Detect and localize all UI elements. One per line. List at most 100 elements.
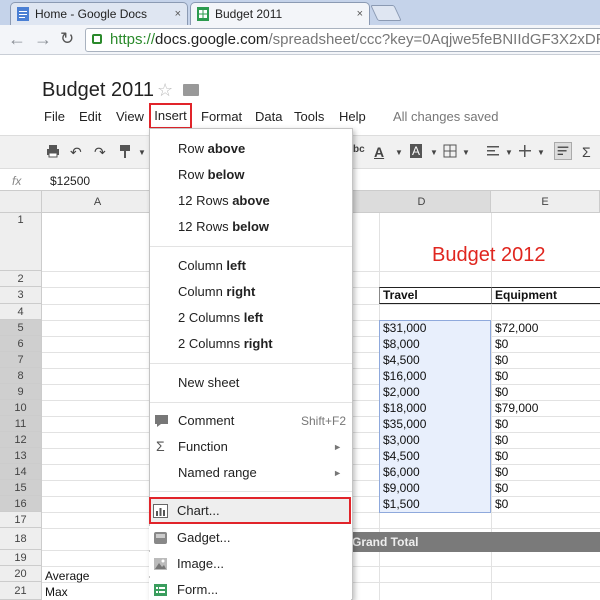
cell-travel[interactable]: $1,500 — [383, 497, 420, 512]
row-header[interactable]: 9 — [0, 384, 42, 400]
menu-item-2-columns-right[interactable]: 2 Columns right — [150, 332, 352, 356]
url-input[interactable]: https://docs.google.com/spreadsheet/ccc?… — [85, 28, 600, 52]
row-header[interactable]: 21 — [0, 582, 42, 600]
cell-equipment[interactable]: $0 — [495, 385, 508, 400]
header-cell-travel[interactable]: Travel — [379, 287, 491, 304]
cell-travel[interactable]: $3,000 — [383, 433, 420, 448]
cell-equipment[interactable]: $0 — [495, 497, 508, 512]
row-header[interactable]: 16 — [0, 496, 42, 512]
menu-item-row-above[interactable]: Row above — [150, 137, 352, 161]
paint-format-icon[interactable] — [118, 144, 132, 159]
row-header[interactable]: 8 — [0, 368, 42, 384]
menu-edit[interactable]: Edit — [79, 109, 101, 124]
row-header[interactable]: 20 — [0, 566, 42, 582]
chevron-down-icon[interactable]: ▼ — [537, 148, 545, 157]
sigma-icon[interactable]: Σ — [582, 144, 591, 160]
row-header[interactable]: 6 — [0, 336, 42, 352]
menu-item-2-columns-left[interactable]: 2 Columns left — [150, 306, 352, 330]
cell-travel[interactable]: $6,000 — [383, 465, 420, 480]
new-tab-button[interactable] — [370, 5, 402, 21]
menu-view[interactable]: View — [116, 109, 144, 124]
cell-travel[interactable]: $9,000 — [383, 481, 420, 496]
cell-equipment[interactable]: $0 — [495, 337, 508, 352]
row-header[interactable]: 19 — [0, 550, 42, 566]
menu-help[interactable]: Help — [339, 109, 366, 124]
menu-item-form[interactable]: Form... — [149, 578, 351, 600]
abc-icon[interactable]: bc — [353, 144, 365, 155]
cell-equipment[interactable]: $0 — [495, 353, 508, 368]
cell-equipment[interactable]: $72,000 — [495, 321, 538, 336]
star-icon[interactable]: ☆ — [157, 80, 173, 101]
cell-travel[interactable]: $18,000 — [383, 401, 426, 416]
align-left-icon[interactable] — [486, 144, 500, 158]
back-arrow-icon[interactable]: ← — [8, 29, 26, 50]
chevron-down-icon[interactable]: ▼ — [505, 148, 513, 157]
column-header-d[interactable]: D — [353, 191, 491, 213]
row-header[interactable]: 2 — [0, 271, 42, 287]
budget-2012-title-cell[interactable]: Budget 2012 — [432, 244, 545, 267]
menu-item-column-left[interactable]: Column left — [150, 254, 352, 278]
cell-travel[interactable]: $8,000 — [383, 337, 420, 352]
row-header[interactable]: 1 — [0, 213, 42, 271]
formula-input[interactable]: $12500 — [50, 174, 90, 188]
cell-travel[interactable]: $2,000 — [383, 385, 420, 400]
row-header[interactable]: 15 — [0, 480, 42, 496]
cell-travel[interactable]: $31,000 — [383, 321, 426, 336]
menu-item-12-rows-below[interactable]: 12 Rows below — [150, 215, 352, 239]
cell-equipment[interactable]: $0 — [495, 433, 508, 448]
cell-travel[interactable]: $4,500 — [383, 449, 420, 464]
row-header[interactable]: 11 — [0, 416, 42, 432]
cell-equipment[interactable]: $79,000 — [495, 401, 538, 416]
document-title[interactable]: Budget 2011 — [42, 79, 154, 102]
row-header[interactable]: 12 — [0, 432, 42, 448]
menu-item-gadget[interactable]: Gadget... — [149, 526, 351, 550]
cell-equipment[interactable]: $0 — [495, 417, 508, 432]
corner-cell[interactable] — [0, 191, 42, 213]
chevron-down-icon[interactable]: ▼ — [395, 148, 403, 157]
column-header-e[interactable]: E — [491, 191, 600, 213]
menu-file[interactable]: File — [44, 109, 65, 124]
undo-icon[interactable]: ↶ — [70, 144, 82, 161]
tab-budget-2011[interactable]: Budget 2011 × — [190, 2, 370, 25]
cell-travel[interactable]: $35,000 — [383, 417, 426, 432]
cell-travel[interactable]: $4,500 — [383, 353, 420, 368]
reload-icon[interactable]: ↻ — [60, 29, 74, 49]
cell-average-label[interactable]: Average — [45, 569, 89, 584]
menu-item-comment[interactable]: Comment Shift+F2 — [150, 409, 352, 433]
row-header[interactable]: 3 — [0, 287, 42, 304]
menu-tools[interactable]: Tools — [294, 109, 324, 124]
tab-close-icon[interactable]: × — [175, 8, 181, 20]
vertical-align-icon[interactable] — [518, 144, 532, 158]
menu-item-function[interactable]: Σ Function ► — [150, 435, 352, 459]
row-header[interactable]: 14 — [0, 464, 42, 480]
tab-home-google-docs[interactable]: Home - Google Docs × — [10, 2, 188, 25]
row-header[interactable]: 10 — [0, 400, 42, 416]
header-cell-equipment[interactable]: Equipment — [491, 287, 600, 304]
row-header[interactable]: 17 — [0, 512, 42, 528]
menu-item-new-sheet[interactable]: New sheet — [150, 371, 352, 395]
row-header[interactable]: 5 — [0, 320, 42, 336]
text-color-icon[interactable]: A — [374, 144, 384, 160]
folder-icon[interactable] — [183, 84, 199, 96]
chevron-down-icon[interactable]: ▼ — [462, 148, 470, 157]
fill-color-icon[interactable]: A — [410, 144, 423, 158]
borders-icon[interactable] — [443, 144, 457, 158]
print-icon[interactable] — [46, 144, 60, 158]
menu-insert[interactable]: Insert — [149, 103, 192, 129]
cell-max-label[interactable]: Max — [45, 585, 68, 600]
cell-equipment[interactable]: $0 — [495, 465, 508, 480]
cell-equipment[interactable]: $0 — [495, 449, 508, 464]
menu-format[interactable]: Format — [201, 109, 242, 124]
chevron-down-icon[interactable]: ▼ — [430, 148, 438, 157]
redo-icon[interactable]: ↷ — [94, 144, 106, 161]
grand-total-row[interactable]: Grand Total — [340, 532, 600, 552]
menu-item-named-range[interactable]: Named range ► — [150, 461, 352, 485]
menu-item-12-rows-above[interactable]: 12 Rows above — [150, 189, 352, 213]
cell-equipment[interactable]: $0 — [495, 481, 508, 496]
wrap-text-icon[interactable] — [554, 142, 572, 160]
row-header[interactable]: 18 — [0, 528, 42, 550]
menu-item-column-right[interactable]: Column right — [150, 280, 352, 304]
row-header[interactable]: 13 — [0, 448, 42, 464]
cell-equipment[interactable]: $0 — [495, 369, 508, 384]
forward-arrow-icon[interactable]: → — [34, 29, 52, 50]
